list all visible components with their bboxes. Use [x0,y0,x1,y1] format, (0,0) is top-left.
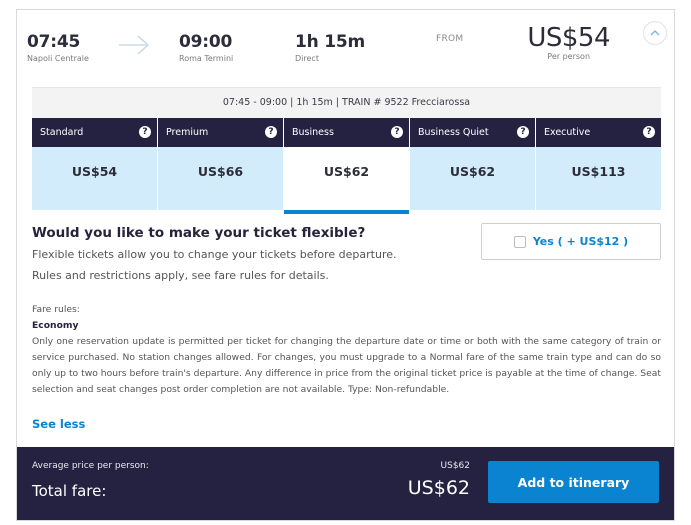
from-price-amount: US$54 [527,23,610,53]
fare-name: Standard [40,127,84,138]
flexible-rules-note: Rules and restrictions apply, see fare r… [32,269,329,282]
fare-name: Business [292,127,334,138]
fare-header: Business ? [284,118,409,147]
fare-tab-business-quiet[interactable]: Business Quiet ? US$62 [410,118,535,210]
fare-tab-premium[interactable]: Premium ? US$66 [158,118,283,210]
help-icon[interactable]: ? [643,126,655,138]
help-icon[interactable]: ? [139,126,151,138]
arrival-station: Roma Termini [179,54,234,63]
duration-value: 1h 15m [295,32,366,52]
selected-indicator [284,210,409,214]
departure: 07:45 Napoli Centrale [27,32,89,64]
fare-price: US$62 [284,147,409,210]
fare-name: Premium [166,127,209,138]
help-icon[interactable]: ? [265,126,277,138]
journey-summary: 07:45 Napoli Centrale 09:00 Roma Termini… [17,10,674,82]
fare-rules-text: Only one reservation update is permitted… [32,336,661,395]
flexible-title: Would you like to make your ticket flexi… [32,225,366,241]
arrival: 09:00 Roma Termini [179,32,233,64]
from-price: US$54 Per person [527,24,610,62]
fare-tab-executive[interactable]: Executive ? US$113 [536,118,661,210]
duration: 1h 15m Direct [295,32,365,64]
total-fare-value: US$62 [407,477,470,499]
fare-header: Standard ? [32,118,157,147]
train-result-card: 07:45 Napoli Centrale 09:00 Roma Termini… [16,9,675,521]
average-price-label: Average price per person: [32,461,149,471]
flexible-option-label[interactable]: Yes ( + US$12 ) [533,235,628,248]
help-icon[interactable]: ? [517,126,529,138]
collapse-button[interactable] [643,21,667,45]
arrival-time: 09:00 [179,32,233,52]
fare-price: US$66 [158,147,283,210]
fare-name: Business Quiet [418,127,489,138]
add-to-itinerary-button[interactable]: Add to itinerary [488,461,659,503]
help-icon[interactable]: ? [391,126,403,138]
fare-tab-business[interactable]: Business ? US$62 [284,118,409,214]
chevron-up-icon [650,30,660,36]
fare-rules-class: Economy [32,320,79,331]
flexible-checkbox[interactable] [513,235,526,248]
fare-name: Executive [544,127,591,138]
fare-header: Executive ? [536,118,661,147]
average-price-value: US$62 [440,461,470,471]
fare-tab-standard[interactable]: Standard ? US$54 [32,118,157,210]
fare-price: US$62 [410,147,535,210]
stops-label: Direct [295,54,319,63]
fare-rules: Fare rules: Economy Only one reservation… [32,302,661,398]
fare-footer: Average price per person: Total fare: US… [17,447,674,520]
total-fare-label: Total fare: [32,482,107,500]
fare-price: US$113 [536,147,661,210]
from-label: FROM [436,34,464,44]
fare-header: Premium ? [158,118,283,147]
per-person-label: Per person [547,52,591,61]
fare-price: US$54 [32,147,157,210]
departure-station: Napoli Centrale [27,54,89,63]
fare-rules-label: Fare rules: [32,304,80,315]
arrow-right-icon [119,35,150,55]
departure-time: 07:45 [27,32,81,52]
see-less-link[interactable]: See less [32,417,85,431]
train-info-bar: 07:45 - 09:00 | 1h 15m | TRAIN # 9522 Fr… [32,87,661,118]
flexible-option[interactable]: Yes ( + US$12 ) [481,223,661,260]
fare-header: Business Quiet ? [410,118,535,147]
fare-class-tabs: Standard ? US$54 Premium ? US$66 Busines… [32,118,661,214]
flexible-description: Flexible tickets allow you to change you… [32,248,397,261]
